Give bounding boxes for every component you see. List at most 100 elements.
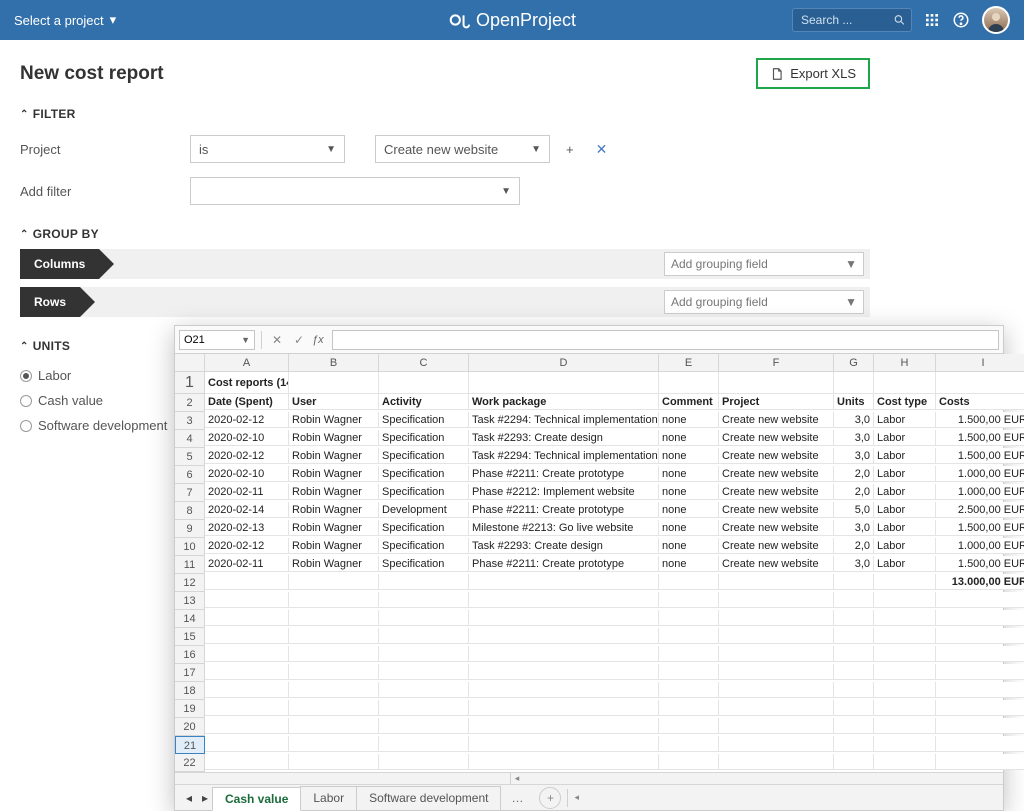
excel-cell[interactable]: Create new website — [719, 520, 834, 536]
excel-cell[interactable]: Robin Wagner — [289, 466, 379, 482]
add-sheet-icon[interactable]: + — [539, 787, 561, 809]
excel-cell[interactable] — [834, 574, 874, 590]
add-filter-value-icon[interactable]: + — [560, 142, 580, 157]
excel-cell[interactable] — [289, 372, 379, 394]
excel-cell[interactable]: Labor — [874, 430, 936, 446]
excel-cell[interactable]: 1.000,00 EUR — [936, 484, 1024, 500]
excel-header-cell[interactable]: Date (Spent) — [205, 394, 289, 410]
excel-cell[interactable]: Robin Wagner — [289, 556, 379, 572]
excel-cell[interactable] — [936, 646, 1024, 662]
excel-cell[interactable]: Robin Wagner — [289, 412, 379, 428]
excel-cell[interactable]: Create new website — [719, 538, 834, 554]
excel-colhead[interactable]: E — [659, 354, 719, 372]
excel-cell[interactable] — [719, 592, 834, 608]
excel-cell[interactable] — [874, 574, 936, 590]
excel-rowhead[interactable]: 11 — [175, 556, 205, 574]
excel-cell[interactable]: 2,0 — [834, 484, 874, 500]
excel-cell[interactable] — [659, 736, 719, 752]
excel-cell[interactable] — [289, 628, 379, 644]
excel-hscroll[interactable]: ◂ — [175, 772, 1003, 784]
excel-cell[interactable] — [289, 718, 379, 734]
excel-total-cell[interactable]: 13.000,00 EUR — [936, 574, 1024, 590]
excel-cell[interactable]: 2,0 — [834, 466, 874, 482]
excel-cell[interactable]: 3,0 — [834, 520, 874, 536]
excel-cell[interactable] — [289, 682, 379, 698]
excel-cell[interactable] — [936, 610, 1024, 626]
excel-cell[interactable]: Labor — [874, 466, 936, 482]
excel-cell[interactable] — [205, 574, 289, 590]
excel-rowhead[interactable]: 22 — [175, 754, 205, 772]
excel-cell[interactable]: 2020-02-11 — [205, 556, 289, 572]
excel-accept-icon[interactable]: ✓ — [290, 333, 308, 347]
excel-cancel-icon[interactable]: ✕ — [268, 333, 286, 347]
user-avatar[interactable] — [982, 6, 1010, 34]
filter-operator-select[interactable]: is ▼ — [190, 135, 345, 163]
excel-cell[interactable]: 2020-02-12 — [205, 448, 289, 464]
excel-cell[interactable]: Robin Wagner — [289, 484, 379, 500]
excel-colhead[interactable]: A — [205, 354, 289, 372]
excel-cell[interactable]: 2020-02-13 — [205, 520, 289, 536]
excel-cell[interactable]: 5,0 — [834, 502, 874, 518]
excel-header-cell[interactable]: Work package — [469, 394, 659, 410]
excel-cell[interactable] — [719, 646, 834, 662]
excel-colhead[interactable]: I — [936, 354, 1024, 372]
excel-cell[interactable] — [379, 682, 469, 698]
excel-cell[interactable] — [874, 372, 936, 394]
excel-cell[interactable] — [719, 682, 834, 698]
excel-title-cell[interactable]: Cost reports (14.02.2020) — [205, 372, 289, 394]
excel-rowhead[interactable]: 7 — [175, 484, 205, 502]
sheet-tab-labor[interactable]: Labor — [300, 786, 357, 810]
excel-cell[interactable] — [379, 646, 469, 662]
excel-cell[interactable] — [874, 592, 936, 608]
excel-cell[interactable] — [719, 736, 834, 752]
excel-cell[interactable]: Labor — [874, 502, 936, 518]
excel-cell[interactable] — [834, 664, 874, 680]
excel-cell[interactable]: 2.500,00 EUR — [936, 502, 1024, 518]
scroll-left-icon[interactable]: ◂ — [511, 773, 523, 784]
excel-cell[interactable] — [834, 700, 874, 716]
excel-cell[interactable]: 1.500,00 EUR — [936, 448, 1024, 464]
excel-cell[interactable]: 3,0 — [834, 448, 874, 464]
excel-cell[interactable] — [936, 736, 1024, 752]
excel-cell[interactable]: Create new website — [719, 430, 834, 446]
excel-cell[interactable]: 1.500,00 EUR — [936, 520, 1024, 536]
excel-rowhead[interactable]: 14 — [175, 610, 205, 628]
excel-cell[interactable] — [874, 610, 936, 626]
excel-cell[interactable] — [469, 574, 659, 590]
excel-cell[interactable]: 1.000,00 EUR — [936, 538, 1024, 554]
excel-rowhead[interactable]: 5 — [175, 448, 205, 466]
excel-cell[interactable]: 1.000,00 EUR — [936, 466, 1024, 482]
excel-cell[interactable]: none — [659, 412, 719, 428]
excel-cell[interactable]: Robin Wagner — [289, 538, 379, 554]
excel-rowhead[interactable]: 17 — [175, 664, 205, 682]
filter-section-toggle[interactable]: ⌃ FILTER — [20, 107, 870, 121]
excel-cell[interactable]: 1.500,00 EUR — [936, 430, 1024, 446]
excel-cell[interactable]: none — [659, 538, 719, 554]
excel-cell[interactable] — [379, 610, 469, 626]
excel-cell[interactable] — [205, 592, 289, 608]
excel-cell[interactable]: 2020-02-10 — [205, 430, 289, 446]
excel-cell[interactable] — [205, 736, 289, 752]
excel-cell[interactable] — [719, 754, 834, 770]
excel-rowhead[interactable]: 21 — [175, 736, 205, 754]
excel-namebox[interactable]: O21 ▼ — [179, 330, 255, 350]
excel-rowhead[interactable]: 19 — [175, 700, 205, 718]
excel-cell[interactable]: 2020-02-12 — [205, 412, 289, 428]
excel-rowhead[interactable]: 1 — [175, 372, 205, 394]
excel-colhead[interactable]: B — [289, 354, 379, 372]
excel-cell[interactable] — [205, 754, 289, 770]
excel-cell[interactable] — [469, 718, 659, 734]
excel-cell[interactable]: Labor — [874, 556, 936, 572]
excel-cell[interactable] — [719, 574, 834, 590]
excel-cell[interactable] — [874, 664, 936, 680]
excel-cell[interactable] — [659, 628, 719, 644]
excel-cell[interactable] — [719, 718, 834, 734]
excel-cell[interactable] — [936, 682, 1024, 698]
excel-cell[interactable] — [874, 646, 936, 662]
excel-corner[interactable] — [175, 354, 205, 372]
excel-cell[interactable]: Robin Wagner — [289, 502, 379, 518]
excel-cell[interactable]: Create new website — [719, 556, 834, 572]
excel-cell[interactable]: Labor — [874, 412, 936, 428]
excel-rowhead[interactable]: 6 — [175, 466, 205, 484]
excel-cell[interactable] — [469, 682, 659, 698]
